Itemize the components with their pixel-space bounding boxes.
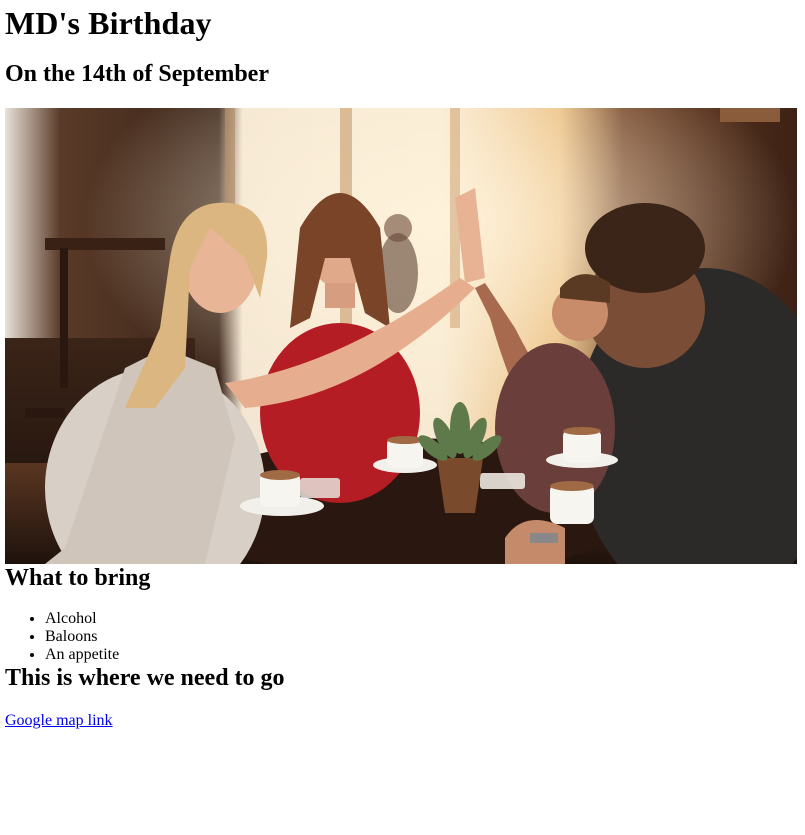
hero-photo — [5, 108, 797, 564]
list-item: Baloons — [45, 628, 797, 646]
google-map-link[interactable]: Google map link — [5, 712, 113, 730]
bring-heading: What to bring — [5, 565, 151, 591]
list-item: Alcohol — [45, 610, 797, 628]
hero-image — [5, 108, 797, 564]
location-heading: This is where we need to go — [5, 665, 285, 691]
page-subtitle: On the 14th of September — [5, 61, 269, 87]
list-item: An appetite — [45, 646, 797, 664]
bring-list: Alcohol Baloons An appetite — [5, 610, 797, 664]
page-content: MD's Birthday On the 14th of September W… — [0, 0, 805, 730]
page-title: MD's Birthday — [5, 5, 212, 41]
